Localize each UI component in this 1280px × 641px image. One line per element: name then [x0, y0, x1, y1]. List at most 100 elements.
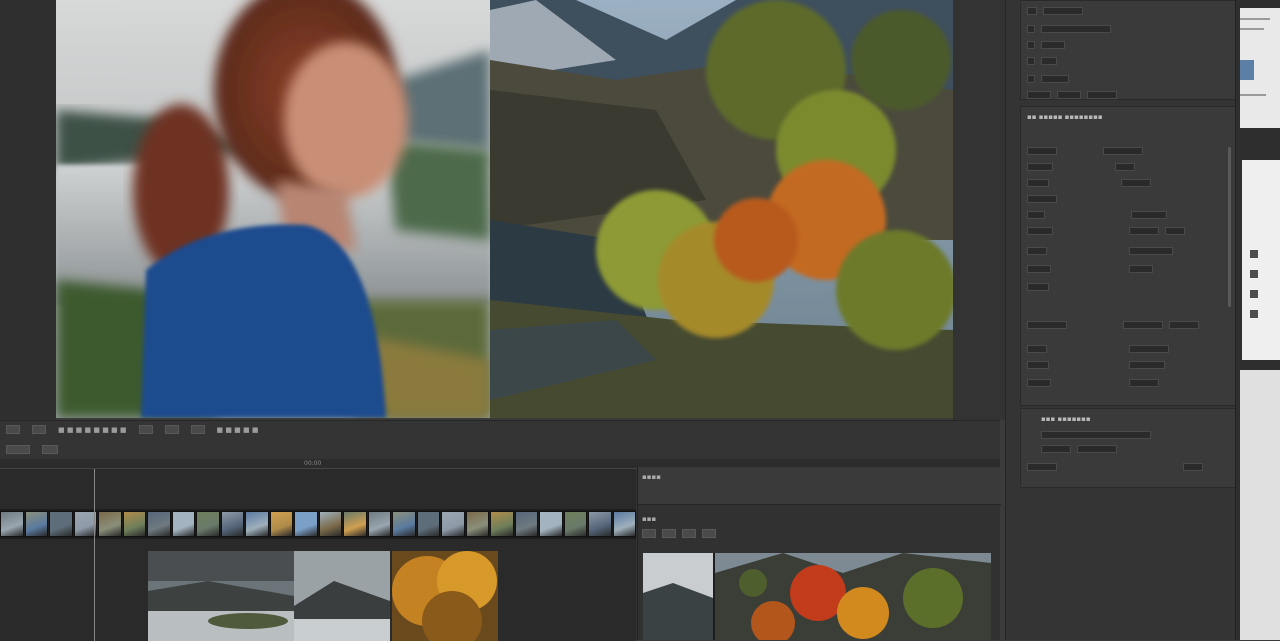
filmstrip-thumbnail[interactable] [245, 511, 269, 537]
preview-subtab[interactable]: ▪▪▪ [642, 515, 656, 523]
property-row[interactable] [1027, 91, 1117, 99]
document-panel[interactable] [1240, 370, 1280, 640]
property-row[interactable] [1027, 211, 1167, 219]
property-row[interactable] [1027, 283, 1049, 291]
value-field[interactable] [1027, 179, 1049, 187]
property-row[interactable] [1027, 227, 1185, 235]
value-field[interactable] [1041, 445, 1071, 453]
filmstrip-thumbnail[interactable] [147, 511, 171, 537]
viewer-scroll-gutter[interactable] [953, 0, 1005, 420]
filmstrip-thumbnail[interactable] [294, 511, 318, 537]
preview-image[interactable] [643, 553, 991, 640]
filmstrip-thumbnail[interactable] [98, 511, 122, 537]
filmstrip-thumbnail[interactable] [416, 511, 440, 537]
value-field[interactable] [1057, 91, 1081, 99]
checkbox[interactable] [1027, 7, 1037, 15]
filmstrip[interactable] [0, 509, 636, 539]
value-field[interactable] [1169, 321, 1199, 329]
tool-button[interactable] [190, 425, 205, 434]
property-row[interactable] [1027, 7, 1083, 15]
filmstrip-thumbnail[interactable] [269, 511, 293, 537]
value-field[interactable] [1027, 283, 1049, 291]
value-field[interactable] [1027, 247, 1047, 255]
clip-autumn[interactable] [392, 551, 498, 641]
filmstrip-thumbnail[interactable] [588, 511, 612, 537]
value-field[interactable] [1129, 265, 1153, 273]
filmstrip-thumbnail[interactable] [343, 511, 367, 537]
property-row[interactable] [1027, 321, 1199, 329]
clip-mountain[interactable] [294, 551, 390, 641]
value-field[interactable] [1027, 265, 1051, 273]
tool-button[interactable] [6, 445, 30, 454]
value-field[interactable] [1027, 91, 1051, 99]
value-field[interactable] [1041, 57, 1057, 65]
value-field[interactable] [1027, 211, 1045, 219]
property-row[interactable] [1027, 179, 1151, 187]
filmstrip-thumbnail[interactable] [465, 511, 489, 537]
value-field[interactable] [1129, 345, 1169, 353]
value-field[interactable] [1043, 7, 1083, 15]
value-field[interactable] [1077, 445, 1117, 453]
value-field[interactable] [1131, 211, 1167, 219]
scrollbar[interactable] [1228, 147, 1231, 307]
tool-button[interactable] [6, 425, 20, 434]
checkbox[interactable] [1027, 57, 1035, 65]
filmstrip-thumbnail[interactable] [49, 511, 73, 537]
value-field[interactable] [1041, 41, 1065, 49]
tool-button[interactable] [642, 529, 656, 538]
property-row[interactable] [1027, 247, 1173, 255]
property-row[interactable] [1027, 379, 1159, 387]
clip-lake[interactable] [148, 551, 294, 641]
property-row[interactable] [1027, 265, 1153, 273]
playhead[interactable] [94, 469, 95, 641]
value-field[interactable] [1027, 163, 1053, 171]
value-field[interactable] [1129, 227, 1159, 235]
square-icon[interactable] [1250, 290, 1258, 298]
property-row[interactable] [1027, 463, 1203, 471]
filmstrip-thumbnail[interactable] [24, 511, 48, 537]
value-field[interactable] [1129, 361, 1165, 369]
value-field[interactable] [1183, 463, 1203, 471]
value-field[interactable] [1027, 195, 1057, 203]
checkbox[interactable] [1027, 75, 1035, 83]
value-field[interactable] [1087, 91, 1117, 99]
value-field[interactable] [1129, 379, 1159, 387]
value-field[interactable] [1165, 227, 1185, 235]
filmstrip-thumbnail[interactable] [514, 511, 538, 537]
tool-button[interactable] [702, 529, 716, 538]
property-row[interactable] [1027, 41, 1065, 49]
value-field[interactable] [1115, 163, 1135, 171]
property-row[interactable] [1027, 345, 1169, 353]
tool-button[interactable] [32, 425, 46, 434]
square-icon[interactable] [1250, 250, 1258, 258]
tool-button[interactable] [42, 445, 58, 454]
filmstrip-thumbnail[interactable] [196, 511, 220, 537]
filmstrip-thumbnail[interactable] [171, 511, 195, 537]
property-row[interactable] [1027, 147, 1143, 155]
filmstrip-thumbnail[interactable] [392, 511, 416, 537]
value-field[interactable] [1027, 463, 1057, 471]
filmstrip-thumbnail[interactable] [0, 511, 24, 537]
checkbox[interactable] [1027, 41, 1035, 49]
property-row[interactable] [1027, 445, 1117, 453]
clip-track[interactable] [148, 551, 498, 641]
tool-button[interactable] [138, 425, 153, 434]
property-row[interactable] [1027, 361, 1165, 369]
main-viewer[interactable] [56, 0, 953, 418]
value-field[interactable] [1027, 321, 1067, 329]
document-panel[interactable] [1242, 160, 1280, 360]
value-field[interactable] [1027, 147, 1057, 155]
filmstrip-thumbnail[interactable] [563, 511, 587, 537]
filmstrip-thumbnail[interactable] [122, 511, 146, 537]
property-row[interactable] [1027, 195, 1057, 203]
value-field[interactable] [1121, 179, 1151, 187]
checkbox[interactable] [1027, 25, 1035, 33]
square-icon[interactable] [1250, 310, 1258, 318]
value-field[interactable] [1027, 361, 1049, 369]
value-field[interactable] [1123, 321, 1163, 329]
property-row[interactable] [1027, 75, 1069, 83]
value-field[interactable] [1041, 431, 1151, 439]
value-field[interactable] [1027, 379, 1051, 387]
value-field[interactable] [1027, 227, 1053, 235]
square-icon[interactable] [1250, 270, 1258, 278]
